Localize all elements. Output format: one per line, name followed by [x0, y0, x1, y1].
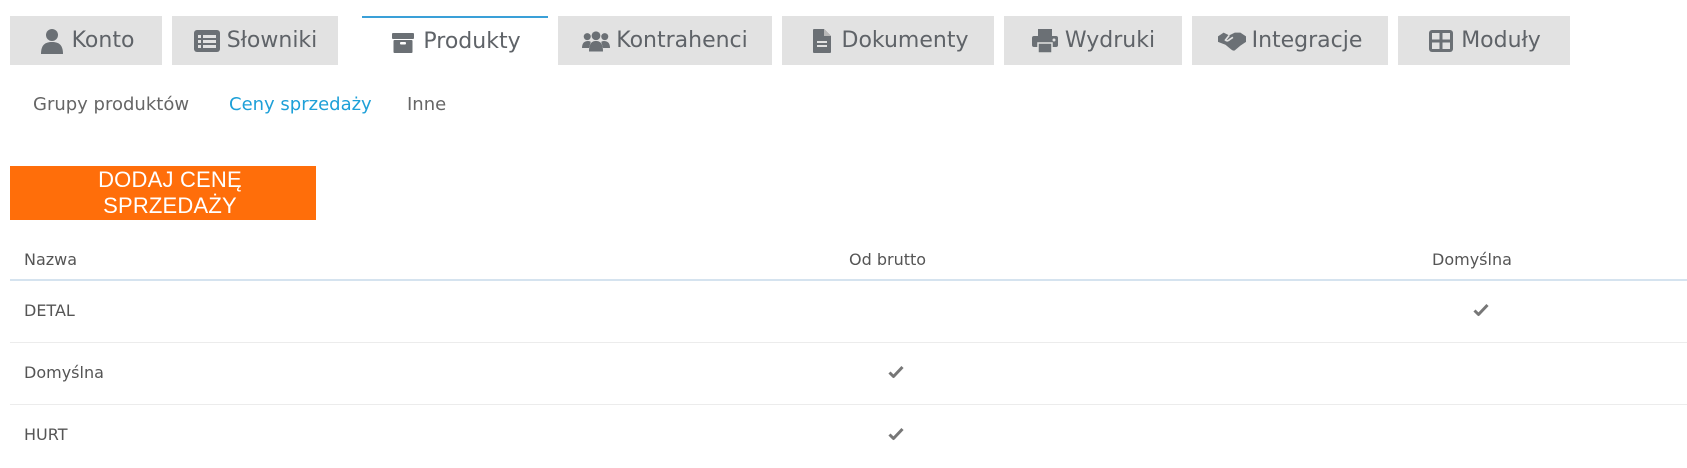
tab-produkty[interactable]: Produkty — [362, 16, 548, 65]
printer-icon — [1031, 27, 1059, 55]
table-row[interactable]: HURT — [10, 405, 1687, 466]
column-header-gross[interactable]: Od brutto — [849, 250, 926, 269]
check-icon — [888, 364, 904, 380]
handshake-icon — [1217, 27, 1246, 55]
add-sale-price-button[interactable]: DODAJ CENĘ SPRZEDAŻY — [10, 166, 316, 220]
table-row[interactable]: Domyślna — [10, 343, 1687, 405]
grid-icon — [1427, 27, 1455, 55]
check-icon — [1473, 302, 1489, 318]
tab-integracje[interactable]: Integracje — [1192, 16, 1388, 65]
sale-prices-table: Nazwa Od brutto Domyślna DETAL Domyślna … — [10, 246, 1687, 466]
tab-moduly[interactable]: Moduły — [1398, 16, 1570, 65]
table-header: Nazwa Od brutto Domyślna — [10, 246, 1687, 281]
tab-label: Konto — [71, 28, 135, 53]
tab-label: Moduły — [1461, 28, 1541, 53]
tab-label: Słowniki — [226, 28, 318, 53]
subnav-grupy-produktow[interactable]: Grupy produktów — [33, 94, 189, 115]
tab-slowniki[interactable]: Słowniki — [172, 16, 338, 65]
check-icon — [888, 426, 904, 442]
list-icon — [193, 27, 221, 55]
tab-konto[interactable]: Konto — [10, 16, 162, 65]
row-name: Domyślna — [24, 363, 104, 382]
tab-dokumenty[interactable]: Dokumenty — [782, 16, 994, 65]
tab-kontrahenci[interactable]: Kontrahenci — [558, 16, 772, 65]
row-name: DETAL — [24, 301, 75, 320]
users-icon — [582, 27, 611, 55]
document-icon — [808, 27, 836, 55]
box-icon — [389, 28, 417, 56]
subnav-inne[interactable]: Inne — [407, 94, 446, 115]
tab-label: Kontrahenci — [616, 28, 748, 53]
tab-label: Dokumenty — [841, 28, 969, 53]
tab-label: Produkty — [423, 29, 521, 54]
tab-label: Integracje — [1251, 28, 1363, 53]
column-header-default[interactable]: Domyślna — [1432, 250, 1512, 269]
row-name: HURT — [24, 425, 68, 444]
table-row[interactable]: DETAL — [10, 281, 1687, 343]
column-header-name[interactable]: Nazwa — [24, 250, 77, 269]
tab-wydruki[interactable]: Wydruki — [1004, 16, 1182, 65]
user-icon — [38, 27, 66, 55]
tab-label: Wydruki — [1064, 28, 1156, 53]
subnav-ceny-sprzedazy[interactable]: Ceny sprzedaży — [229, 94, 372, 115]
